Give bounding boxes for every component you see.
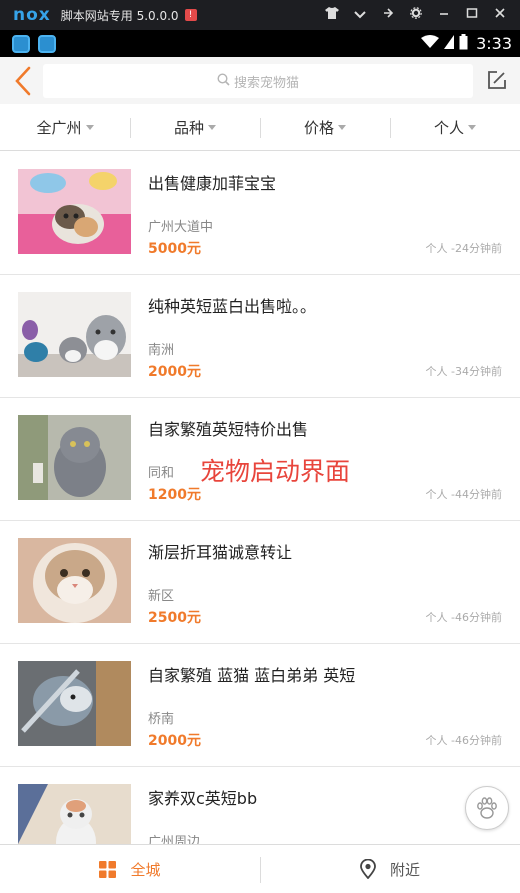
window-controls [318,0,514,30]
listing-location: 新区 [148,589,175,604]
listing-meta: 个人 -46分钟前 [425,734,502,747]
window-title: 脚本网站专用 5.0.0.0 [60,8,179,23]
caret-down-icon [338,124,346,130]
cat-photo [18,415,131,500]
cat-photo [18,169,131,254]
tab-citywide[interactable]: 全城 [0,845,260,893]
listing-location: 南洲 [148,343,175,358]
cat-photo [18,661,131,746]
cat-photo [18,292,131,377]
listing-title: 纯种英短蓝白出售啦。。 [148,297,317,316]
location-pin-icon [360,859,376,879]
listing-title: 自家繁殖英短特价出售 [148,420,309,439]
search-icon [217,72,230,90]
filter-label: 个人 [433,118,464,137]
tab-label: 全城 [130,860,161,879]
filter-bar: 全广州 品种 价格 个人 [0,104,520,151]
bottom-tab-bar: 全城 附近 [0,844,520,893]
signal-icon [444,34,455,53]
listing-price: 5000元 [148,241,201,257]
chevron-down-icon[interactable] [346,8,374,23]
listing-location: 广州大道中 [148,220,214,235]
pin-icon[interactable] [374,7,402,23]
post-button[interactable] [484,67,510,93]
list-item[interactable]: 自家繁殖 蓝猫 蓝白弟弟 英短 桥南 2000元 个人 -46分钟前 [0,644,520,767]
notification-app-icon [38,34,56,53]
nox-logo: nox [13,5,51,25]
filter-area[interactable]: 全广州 [0,104,130,150]
wifi-icon [421,34,440,53]
filter-price[interactable]: 价格 [260,104,390,150]
cat-photo [18,538,131,623]
close-icon[interactable] [486,7,514,23]
warning-badge[interactable]: ! [184,9,197,21]
listing-price: 1200元 [148,487,201,503]
listing-price: 2000元 [148,733,201,749]
listing-price: 2000元 [148,364,201,380]
listing-location: 广州周边 [148,835,201,844]
filter-label: 价格 [303,118,334,137]
filter-breed[interactable]: 品种 [130,104,260,150]
android-statusbar: 3:33 [0,30,520,57]
list-item[interactable]: 渐层折耳猫诚意转让 新区 2500元 个人 -46分钟前 [0,521,520,644]
minimize-icon[interactable] [430,7,458,23]
overlay-caption: 宠物启动界面 [200,457,351,486]
listing-meta: 个人 -24分钟前 [425,242,502,255]
gear-icon[interactable] [402,7,430,23]
caret-down-icon [468,124,476,130]
back-button[interactable] [8,63,38,99]
listing-title: 家养双c英短bb [148,789,258,808]
app-header: 搜索宠物猫 [0,57,520,104]
filter-seller-type[interactable]: 个人 [390,104,520,150]
listing-location: 桥南 [148,712,175,727]
maximize-icon[interactable] [458,7,486,23]
cat-photo [18,784,131,844]
notification-app-icon [12,34,30,53]
listing-meta: 个人 -46分钟前 [425,611,502,624]
listing-title: 渐层折耳猫诚意转让 [148,543,293,562]
listing-meta: 个人 -34分钟前 [425,365,502,378]
filter-label: 品种 [173,118,204,137]
listing-location: 同和 [148,466,175,481]
list-item[interactable]: 纯种英短蓝白出售啦。。 南洲 2000元 个人 -34分钟前 [0,275,520,398]
shirt-icon[interactable] [318,7,346,23]
listing-title: 出售健康加菲宝宝 [148,174,277,193]
caret-down-icon [85,124,94,130]
tab-label: 附近 [389,860,420,879]
floating-paw-button[interactable] [465,786,509,830]
caret-down-icon [208,124,216,130]
tab-nearby[interactable]: 附近 [260,845,520,893]
filter-label: 全广州 [36,118,82,137]
search-placeholder: 搜索宠物猫 [233,75,299,91]
status-icons: 3:33 [416,30,512,57]
search-input[interactable]: 搜索宠物猫 [43,64,473,98]
list-item[interactable]: 家养双c英短bb 广州周边 [0,767,520,844]
grid-icon [99,860,117,878]
emulator-titlebar: nox 脚本网站专用 5.0.0.0 ! [0,0,520,30]
battery-icon [459,33,468,54]
listing-list[interactable]: 出售健康加菲宝宝 广州大道中 5000元 个人 -24分钟前 纯种英短蓝白出售啦… [0,152,520,844]
chevron-left-icon [15,66,31,96]
listing-title: 自家繁殖 蓝猫 蓝白弟弟 英短 [148,666,356,685]
listing-price: 2500元 [148,610,201,626]
clock: 3:33 [476,34,512,53]
edit-icon [488,71,506,89]
listing-meta: 个人 -44分钟前 [425,488,502,501]
list-item[interactable]: 出售健康加菲宝宝 广州大道中 5000元 个人 -24分钟前 [0,152,520,275]
paw-icon [477,797,497,819]
